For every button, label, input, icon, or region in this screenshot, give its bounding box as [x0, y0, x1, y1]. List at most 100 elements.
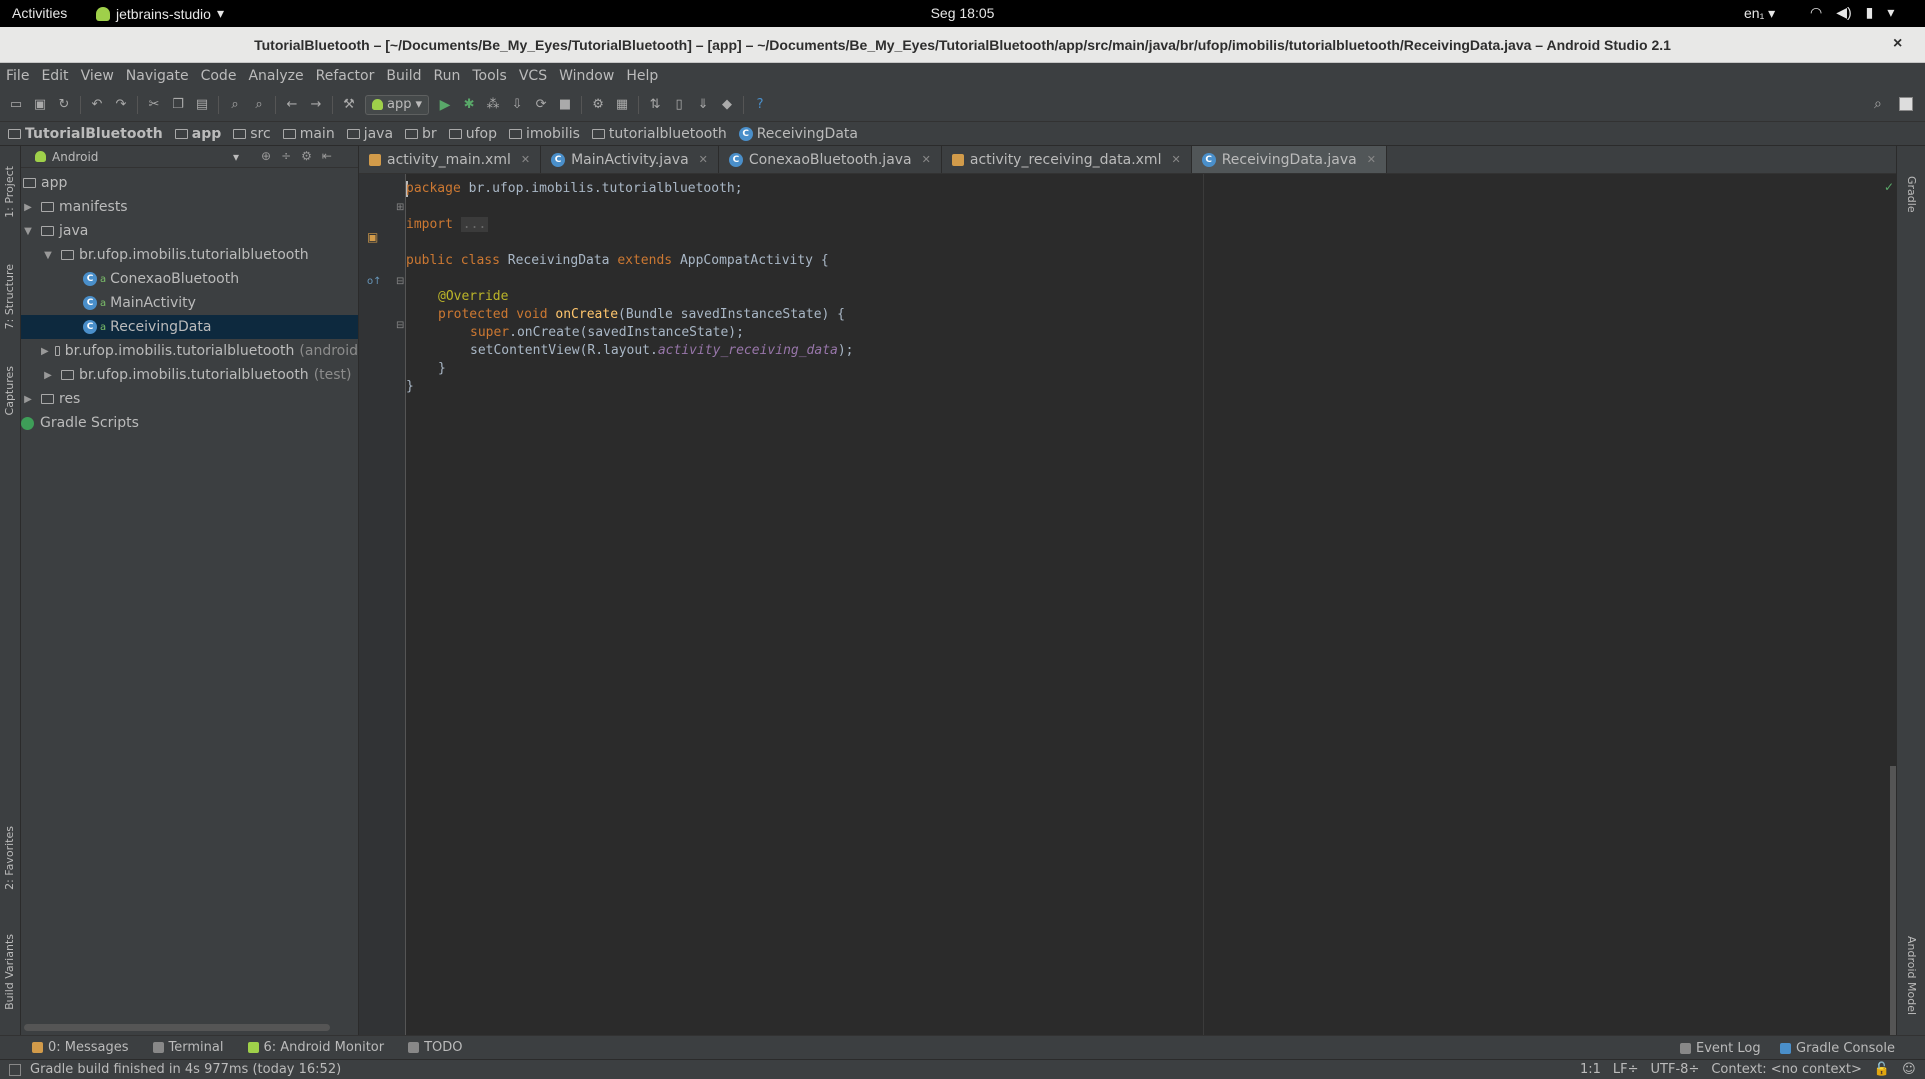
menu-window[interactable]: Window	[559, 68, 614, 84]
replace-icon[interactable]: ⌕	[251, 97, 267, 113]
override-method-icon[interactable]: o↑	[367, 276, 382, 287]
menu-code[interactable]: Code	[201, 68, 237, 84]
menu-build[interactable]: Build	[386, 68, 421, 84]
save-all-icon[interactable]: ▣	[32, 97, 48, 113]
scroll-from-source-icon[interactable]: ⊕	[261, 149, 271, 163]
structure-tool-button[interactable]: 7: Structure	[3, 264, 16, 329]
close-tab-icon[interactable]: ✕	[521, 153, 530, 166]
open-folder-icon[interactable]: ▭	[8, 97, 24, 113]
app-menu[interactable]: jetbrains-studio ▾	[96, 5, 224, 22]
breadcrumb-item[interactable]: app	[174, 126, 221, 142]
hector-icon[interactable]: ☺	[1902, 1062, 1916, 1077]
tree-item-receivingdata[interactable]: C a ReceivingData	[21, 315, 358, 339]
editor-vertical-scrollbar[interactable]	[1890, 766, 1896, 1036]
make-project-icon[interactable]: ⚒	[341, 97, 357, 113]
project-horizontal-scrollbar[interactable]	[24, 1024, 330, 1031]
layout-icon[interactable]: ▦	[614, 97, 630, 113]
avd-manager-icon[interactable]: ▯	[671, 97, 687, 113]
breadcrumb-item[interactable]: main	[282, 126, 335, 142]
context-indicator[interactable]: Context: <no context>	[1711, 1062, 1862, 1077]
search-everywhere-icon[interactable]: ⌕	[1874, 96, 1882, 112]
tab-receivingdata-java[interactable]: C ReceivingData.java ✕	[1191, 146, 1387, 173]
breadcrumb-item[interactable]: C ReceivingData	[738, 126, 858, 142]
file-encoding[interactable]: UTF-8÷	[1651, 1062, 1700, 1077]
android-model-tool-button[interactable]: Android Model	[1905, 936, 1918, 1015]
terminal-tool-button[interactable]: Terminal	[152, 1040, 224, 1055]
collapse-arrow-icon[interactable]: ▼	[41, 250, 55, 261]
menu-vcs[interactable]: VCS	[519, 68, 547, 84]
build-variants-tool-button[interactable]: Build Variants	[3, 934, 16, 1010]
cut-icon[interactable]: ✂	[146, 97, 162, 113]
redo-icon[interactable]: ↷	[113, 97, 129, 113]
attach-debugger-icon[interactable]: ⇩	[509, 97, 525, 113]
close-window-button[interactable]: ×	[1893, 35, 1902, 53]
close-tab-icon[interactable]: ✕	[922, 153, 931, 166]
collapse-all-icon[interactable]: ÷	[281, 149, 291, 163]
tree-item-res[interactable]: ▶ res	[21, 387, 358, 411]
gradle-sync-icon[interactable]: ⇅	[647, 97, 663, 113]
menu-file[interactable]: File	[6, 68, 29, 84]
find-icon[interactable]: ⌕	[227, 97, 243, 113]
settings-gear-icon[interactable]: ⚙	[301, 149, 312, 163]
stop-icon[interactable]: ■	[557, 97, 573, 113]
breadcrumb-item[interactable]: src	[233, 126, 271, 142]
presentation-icon[interactable]	[1899, 97, 1913, 111]
menu-view[interactable]: View	[81, 68, 114, 84]
menu-tools[interactable]: Tools	[472, 68, 507, 84]
close-tab-icon[interactable]: ✕	[699, 153, 708, 166]
breadcrumb-item[interactable]: tutorialbluetooth	[591, 126, 727, 142]
project-structure-icon[interactable]: ⚙	[590, 97, 606, 113]
gradle-console-tool-button[interactable]: Gradle Console	[1780, 1041, 1895, 1056]
hide-panel-icon[interactable]: ⇤	[322, 149, 332, 163]
toggle-tool-windows-icon[interactable]	[9, 1064, 21, 1076]
tree-item-conexaobluetooth[interactable]: C a ConexaoBluetooth	[21, 267, 358, 291]
help-icon[interactable]: ?	[752, 97, 768, 113]
expand-arrow-icon[interactable]: ▶	[41, 346, 49, 357]
sdk-manager-icon[interactable]: ⇓	[695, 97, 711, 113]
clock[interactable]: Seg 18:05	[931, 5, 995, 21]
system-tray[interactable]: ◠ ◀) ▮ ▾	[1810, 4, 1894, 21]
close-tab-icon[interactable]: ✕	[1367, 153, 1376, 166]
close-tab-icon[interactable]: ✕	[1171, 153, 1180, 166]
fold-icon[interactable]: ⊞	[396, 202, 404, 213]
fold-end-icon[interactable]: ⊟	[396, 320, 404, 331]
tab-activity-receiving-data-xml[interactable]: activity_receiving_data.xml ✕	[942, 146, 1192, 173]
sync-icon[interactable]: ↻	[56, 97, 72, 113]
tree-item-app[interactable]: app	[21, 171, 358, 195]
undo-icon[interactable]: ↶	[89, 97, 105, 113]
run-icon[interactable]: ▶	[437, 97, 453, 113]
copy-icon[interactable]: ❐	[170, 97, 186, 113]
breadcrumb-item[interactable]: java	[346, 126, 393, 142]
tree-item-manifests[interactable]: ▶ manifests	[21, 195, 358, 219]
menu-help[interactable]: Help	[626, 68, 658, 84]
read-only-lock-icon[interactable]: 🔓	[1874, 1062, 1890, 1077]
activities-button[interactable]: Activities	[12, 5, 67, 21]
breadcrumb-item[interactable]: br	[405, 126, 437, 142]
keyboard-layout[interactable]: en₁ ▾	[1744, 5, 1775, 22]
apply-changes-icon[interactable]: ⟳	[533, 97, 549, 113]
menu-navigate[interactable]: Navigate	[126, 68, 189, 84]
expand-arrow-icon[interactable]: ▶	[21, 394, 35, 405]
breadcrumb-item[interactable]: imobilis	[508, 126, 580, 142]
captures-tool-button[interactable]: Captures	[3, 366, 16, 415]
favorites-tool-button[interactable]: 2: Favorites	[3, 826, 16, 890]
menu-analyze[interactable]: Analyze	[248, 68, 303, 84]
menu-edit[interactable]: Edit	[41, 68, 68, 84]
breadcrumb-item[interactable]: TutorialBluetooth	[8, 126, 163, 142]
gradle-tool-button[interactable]: Gradle	[1905, 176, 1918, 213]
messages-tool-button[interactable]: 0: Messages	[32, 1040, 129, 1055]
status-message[interactable]: Gradle build finished in 4s 977ms (today…	[30, 1062, 341, 1077]
tree-item-mainactivity[interactable]: C a MainActivity	[21, 291, 358, 315]
menu-refactor[interactable]: Refactor	[316, 68, 375, 84]
run-with-coverage-icon[interactable]: ⁂	[485, 97, 501, 113]
caret-position[interactable]: 1:1	[1580, 1062, 1601, 1077]
tree-item-package-androidtest[interactable]: ▶ br.ufop.imobilis.tutorialbluetooth (an…	[21, 339, 358, 363]
tree-item-package-test[interactable]: ▶ br.ufop.imobilis.tutorialbluetooth (te…	[21, 363, 358, 387]
forward-icon[interactable]: →	[308, 97, 324, 113]
todo-tool-button[interactable]: TODO	[408, 1040, 463, 1055]
project-tool-button[interactable]: 1: Project	[3, 166, 16, 218]
tree-item-java[interactable]: ▼ java	[21, 219, 358, 243]
tab-mainactivity-java[interactable]: C MainActivity.java ✕	[541, 146, 719, 173]
tree-item-package[interactable]: ▼ br.ufop.imobilis.tutorialbluetooth	[21, 243, 358, 267]
layout-file-gutter-icon[interactable]: ▣	[367, 230, 378, 244]
